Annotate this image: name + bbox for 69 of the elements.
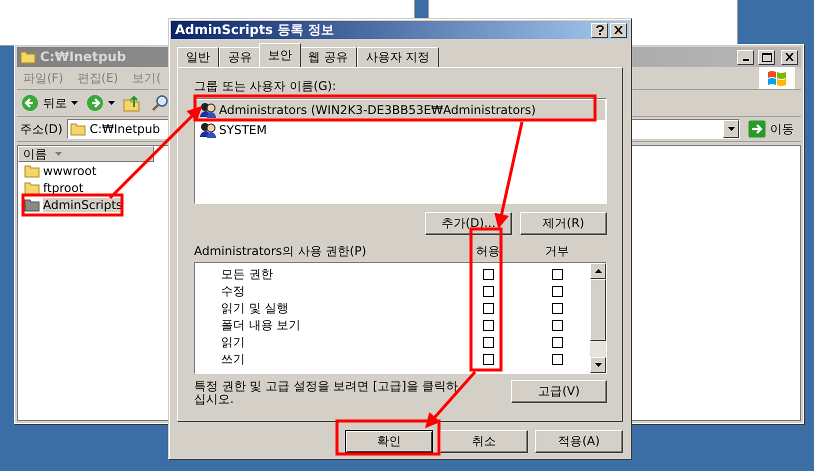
- folder-icon: [24, 198, 40, 212]
- scroll-down-icon: [594, 363, 602, 367]
- dialog-button[interactable]: 취소: [440, 430, 528, 453]
- dialog-title: AdminScripts 등록 정보: [175, 22, 334, 39]
- users-icon: [199, 122, 217, 138]
- close-icon: [614, 26, 623, 34]
- maximize-icon: [762, 52, 772, 62]
- dropdown-button[interactable]: [723, 120, 739, 138]
- permission-name: 수정: [220, 283, 246, 300]
- user-item[interactable]: Administrators (WIN2K3-DE3BB53E₩Administrators): [196, 100, 605, 120]
- address-label: 주소(D): [20, 120, 63, 138]
- caret-icon[interactable]: [108, 101, 115, 105]
- help-icon: [596, 25, 604, 35]
- flag-logo-icon: [766, 69, 788, 87]
- deny-checkbox[interactable]: [552, 303, 562, 314]
- maximize-button[interactable]: [758, 50, 775, 64]
- sort-arrow-icon: [55, 152, 62, 156]
- tab[interactable]: 공유: [219, 47, 261, 67]
- folder-icon: [24, 180, 40, 194]
- dialog-button[interactable]: 적용(A): [535, 430, 623, 453]
- go-button[interactable]: 이동: [744, 120, 798, 138]
- close-icon: [785, 53, 794, 61]
- up-folder-icon[interactable]: [123, 94, 141, 112]
- allow-checkbox[interactable]: [482, 269, 494, 280]
- scroll-up-icon: [594, 269, 602, 273]
- allow-header: 허용: [475, 243, 501, 260]
- deny-checkbox[interactable]: [552, 320, 562, 331]
- hint-text: 특정 권한 및 고급 설정을 보려면 [고급]을 클릭하 십시오.: [194, 380, 460, 406]
- folder-icon: [20, 50, 36, 64]
- folder-item[interactable]: wwwroot: [18, 162, 103, 179]
- help-button[interactable]: [591, 22, 608, 38]
- tab[interactable]: 일반: [177, 47, 219, 67]
- allow-checkbox[interactable]: [482, 286, 494, 297]
- allow-checkbox[interactable]: [482, 354, 494, 365]
- minimize-button[interactable]: [737, 50, 754, 64]
- allow-checkbox[interactable]: [482, 320, 494, 331]
- column-header[interactable]: 이름: [18, 146, 154, 162]
- permissions-label: Administrators의 사용 권한(P): [194, 243, 368, 260]
- users-icon: [199, 102, 217, 118]
- deny-checkbox[interactable]: [552, 286, 562, 297]
- dropdown-arrow-icon: [728, 127, 734, 131]
- window-title: C:₩Inetpub: [40, 50, 126, 64]
- allow-checkbox[interactable]: [482, 337, 494, 348]
- folder-icon: [70, 122, 86, 136]
- dialog-button[interactable]: 확인: [345, 430, 433, 453]
- permission-name: 모든 권한: [220, 266, 274, 283]
- deny-checkbox[interactable]: [552, 337, 562, 348]
- advanced-button[interactable]: 고급(V): [511, 380, 607, 403]
- remove-button[interactable]: 제거(R): [520, 212, 607, 235]
- allow-checkbox[interactable]: [482, 303, 494, 314]
- user-item[interactable]: SYSTEM: [196, 120, 605, 140]
- search-icon[interactable]: [151, 94, 169, 112]
- permission-name: 읽기 및 실행: [220, 300, 290, 317]
- users-label: 그룹 또는 사용자 이름(G):: [194, 78, 338, 95]
- scrollbar[interactable]: [590, 263, 606, 373]
- back-button-label[interactable]: 뒤로: [43, 94, 67, 112]
- deny-checkbox[interactable]: [552, 269, 562, 280]
- deny-header: 거부: [544, 243, 570, 260]
- permission-name: 읽기: [220, 334, 246, 351]
- deny-checkbox[interactable]: [552, 354, 562, 365]
- close-button[interactable]: [610, 22, 627, 38]
- tab[interactable]: 사용자 지정: [356, 47, 439, 67]
- close-button[interactable]: [781, 50, 798, 64]
- tab[interactable]: 웹 공유: [299, 47, 357, 67]
- folder-item[interactable]: ftproot: [18, 179, 90, 196]
- permission-name: 쓰기: [220, 351, 246, 368]
- permission-name: 폴더 내용 보기: [220, 317, 302, 334]
- tab[interactable]: 보안: [259, 43, 301, 67]
- caret-icon[interactable]: [71, 101, 78, 105]
